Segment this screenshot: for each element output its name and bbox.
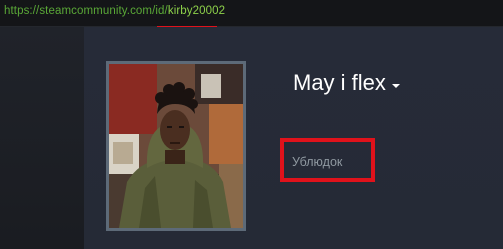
url-text[interactable]: https://steamcommunity.com/id/kirby20002: [4, 5, 225, 17]
url-prefix: https://steamcommunity.com/id/: [4, 5, 168, 17]
highlight-box: [280, 138, 375, 182]
left-gutter: [0, 27, 84, 249]
address-bar[interactable]: https://steamcommunity.com/id/kirby20002: [0, 0, 503, 27]
persona-name: May i flex: [293, 70, 386, 95]
persona-name-row[interactable]: May i flex: [293, 68, 400, 98]
avatar-photo: [109, 64, 243, 228]
avatar[interactable]: [106, 61, 246, 231]
url-profile-id: kirby20002: [167, 5, 226, 17]
chevron-down-icon[interactable]: [391, 84, 400, 88]
